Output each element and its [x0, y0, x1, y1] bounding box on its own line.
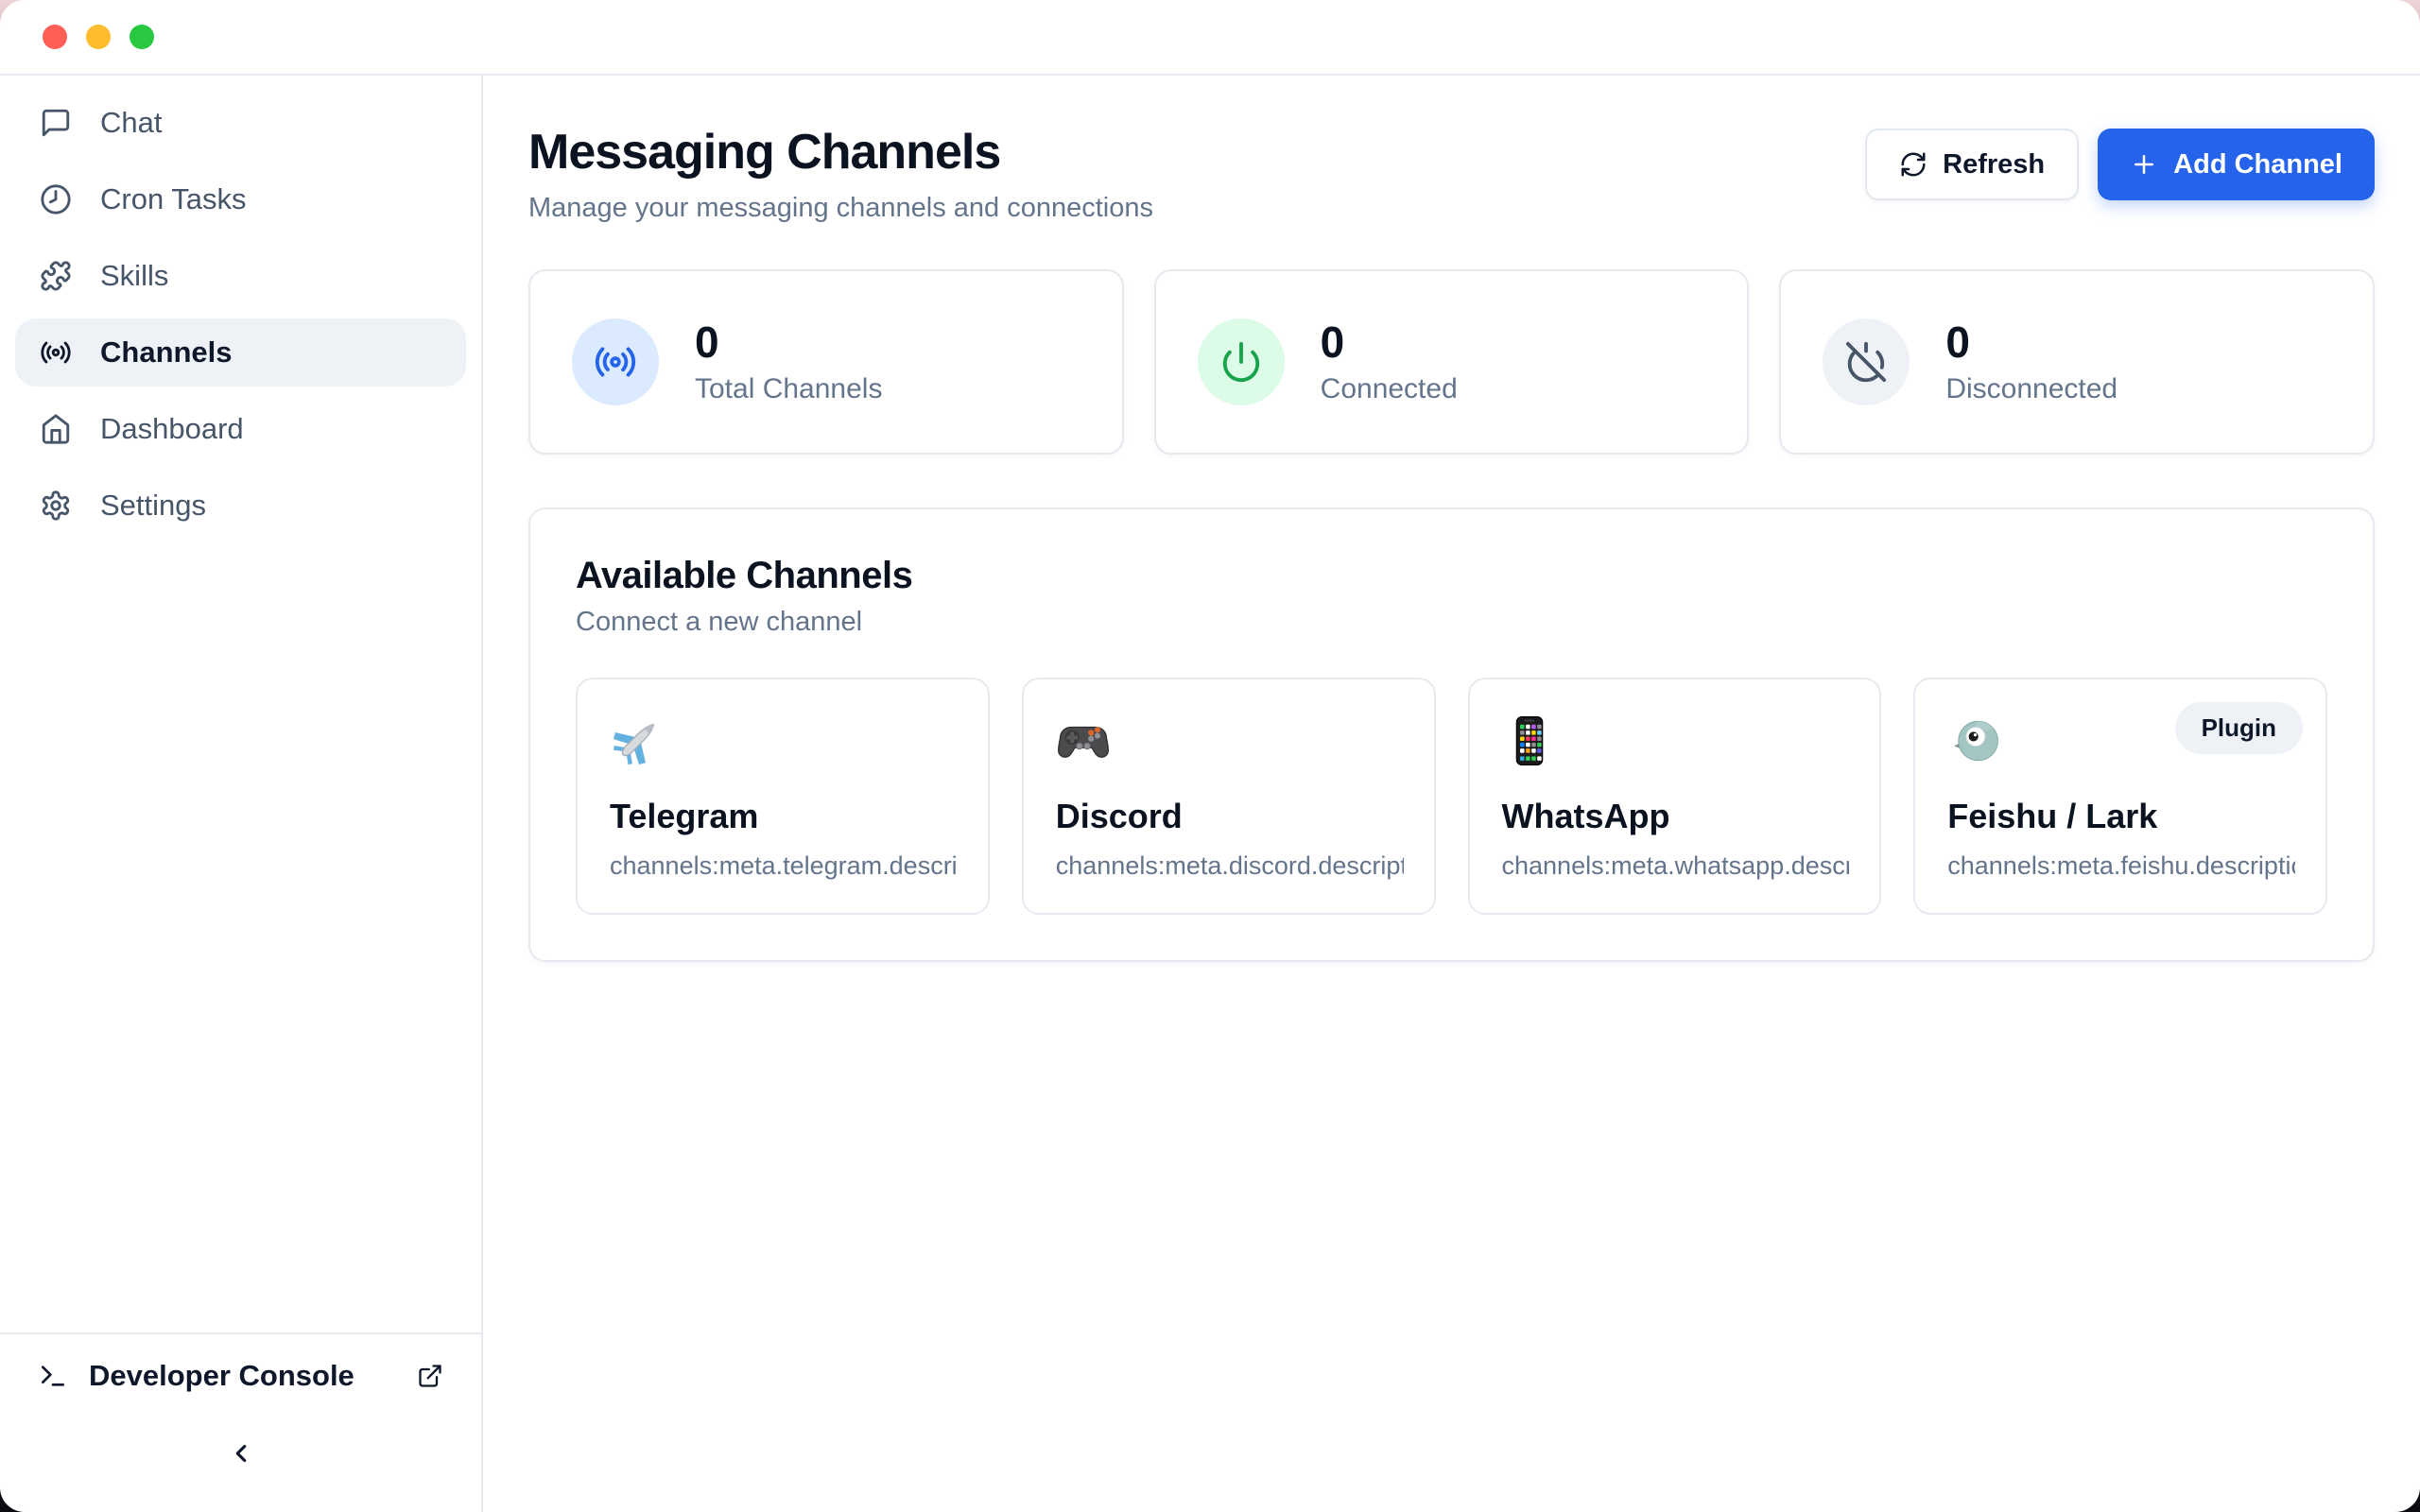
stat-badge: [1198, 318, 1285, 405]
refresh-icon: [1899, 150, 1927, 179]
available-channels-section: Available Channels Connect a new channel: [528, 507, 2375, 962]
refresh-button[interactable]: Refresh: [1865, 129, 2079, 200]
channel-card-feishu[interactable]: Plugin Feishu / Lark: [1913, 678, 2327, 915]
sidebar-item-label: Settings: [100, 489, 206, 523]
sidebar-item-label: Channels: [100, 335, 233, 369]
stat-label: Connected: [1321, 373, 1458, 405]
sidebar-item-label: Skills: [100, 259, 168, 293]
sidebar-item-dashboard[interactable]: Dashboard: [15, 395, 466, 463]
channel-card-telegram[interactable]: Telegram channels:meta.telegram.descript…: [576, 678, 990, 915]
power-icon: [1219, 340, 1263, 384]
channel-card-whatsapp[interactable]: WhatsApp channels:meta.whatsapp.descript…: [1468, 678, 1882, 915]
plugin-badge: Plugin: [2175, 702, 2303, 754]
sidebar-footer: Developer Console: [0, 1332, 481, 1512]
stats-row: 0 Total Channels 0 Connected: [528, 269, 2375, 455]
external-link-icon: [417, 1363, 443, 1389]
add-channel-button[interactable]: Add Channel: [2098, 129, 2375, 200]
app-window: Chat Cron Tasks Skills Channels Dashboar…: [0, 0, 2420, 1512]
home-icon: [40, 413, 72, 445]
page-subtitle: Manage your messaging channels and conne…: [528, 193, 1153, 224]
sidebar-item-skills[interactable]: Skills: [15, 242, 466, 310]
add-channel-button-label: Add Channel: [2173, 149, 2342, 180]
sidebar-item-chat[interactable]: Chat: [15, 89, 466, 157]
power-off-icon: [1844, 340, 1888, 384]
main-content: Messaging Channels Manage your messaging…: [483, 76, 2420, 1512]
channel-description: channels:meta.discord.description: [1056, 851, 1404, 881]
available-channels-title: Available Channels: [576, 555, 2327, 597]
stat-card-total-channels: 0 Total Channels: [528, 269, 1124, 455]
airplane-emoji: [610, 713, 665, 768]
sidebar-collapse-button[interactable]: [213, 1425, 269, 1482]
available-channels-subtitle: Connect a new channel: [576, 607, 2327, 638]
channel-description: channels:meta.telegram.description: [610, 851, 958, 881]
channel-name: WhatsApp: [1502, 797, 1850, 836]
gamepad-emoji: [1056, 713, 1111, 768]
stat-card-disconnected: 0 Disconnected: [1779, 269, 2375, 455]
zoom-button[interactable]: [130, 25, 154, 49]
stat-card-connected: 0 Connected: [1154, 269, 1750, 455]
channel-card-discord[interactable]: Discord channels:meta.discord.descriptio…: [1022, 678, 1436, 915]
sidebar-item-label: Dashboard: [100, 412, 244, 446]
chevron-left-icon: [227, 1439, 255, 1468]
stat-badge: [572, 318, 659, 405]
terminal-icon: [38, 1361, 68, 1391]
refresh-button-label: Refresh: [1943, 149, 2045, 180]
sidebar: Chat Cron Tasks Skills Channels Dashboar…: [0, 76, 483, 1512]
stat-value: 0: [1945, 318, 2118, 367]
puzzle-icon: [40, 260, 72, 292]
stat-label: Disconnected: [1945, 373, 2118, 405]
channel-description: channels:meta.whatsapp.description: [1502, 851, 1850, 881]
sidebar-item-label: Cron Tasks: [100, 182, 247, 216]
stat-value: 0: [695, 318, 882, 367]
channel-name: Feishu / Lark: [1947, 797, 2295, 836]
traffic-lights: [43, 25, 154, 49]
titlebar: [0, 0, 2420, 76]
sidebar-item-label: Chat: [100, 106, 162, 140]
chat-icon: [40, 107, 72, 139]
close-button[interactable]: [43, 25, 67, 49]
sidebar-item-channels[interactable]: Channels: [15, 318, 466, 387]
broadcast-icon: [40, 336, 72, 369]
channel-description: channels:meta.feishu.description: [1947, 851, 2295, 881]
sidebar-item-settings[interactable]: Settings: [15, 472, 466, 540]
stat-badge: [1823, 318, 1910, 405]
bird-emoji: [1947, 713, 2002, 768]
clock-icon: [40, 183, 72, 215]
page-header: Messaging Channels Manage your messaging…: [528, 125, 2375, 224]
channel-grid: Telegram channels:meta.telegram.descript…: [576, 678, 2327, 915]
channel-name: Telegram: [610, 797, 958, 836]
gear-icon: [40, 490, 72, 522]
stat-value: 0: [1321, 318, 1458, 367]
plus-icon: [2130, 150, 2158, 179]
developer-console-link[interactable]: Developer Console: [38, 1359, 443, 1393]
minimize-button[interactable]: [86, 25, 111, 49]
developer-console-label: Developer Console: [89, 1359, 396, 1393]
page-title: Messaging Channels: [528, 125, 1153, 181]
sidebar-item-cron-tasks[interactable]: Cron Tasks: [15, 165, 466, 233]
stat-label: Total Channels: [695, 373, 882, 405]
channel-name: Discord: [1056, 797, 1404, 836]
smartphone-emoji: [1502, 713, 1557, 768]
broadcast-icon: [594, 340, 637, 384]
